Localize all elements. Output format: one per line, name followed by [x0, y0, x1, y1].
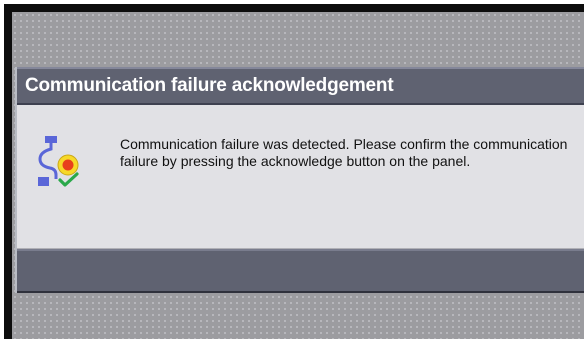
dialog-header: Communication failure acknowledgement — [17, 67, 584, 105]
dialog-message: Communication failure was detected. Plea… — [120, 136, 568, 169]
communication-failure-icon — [31, 132, 87, 188]
hmi-screen-frame: Communication failure acknowledgement Co… — [4, 4, 584, 339]
dialog-title: Communication failure acknowledgement — [25, 75, 394, 96]
dialog-body: Communication failure was detected. Plea… — [17, 105, 584, 249]
communication-failure-dialog: Communication failure acknowledgement Co… — [15, 67, 584, 293]
dialog-footer — [17, 249, 584, 293]
